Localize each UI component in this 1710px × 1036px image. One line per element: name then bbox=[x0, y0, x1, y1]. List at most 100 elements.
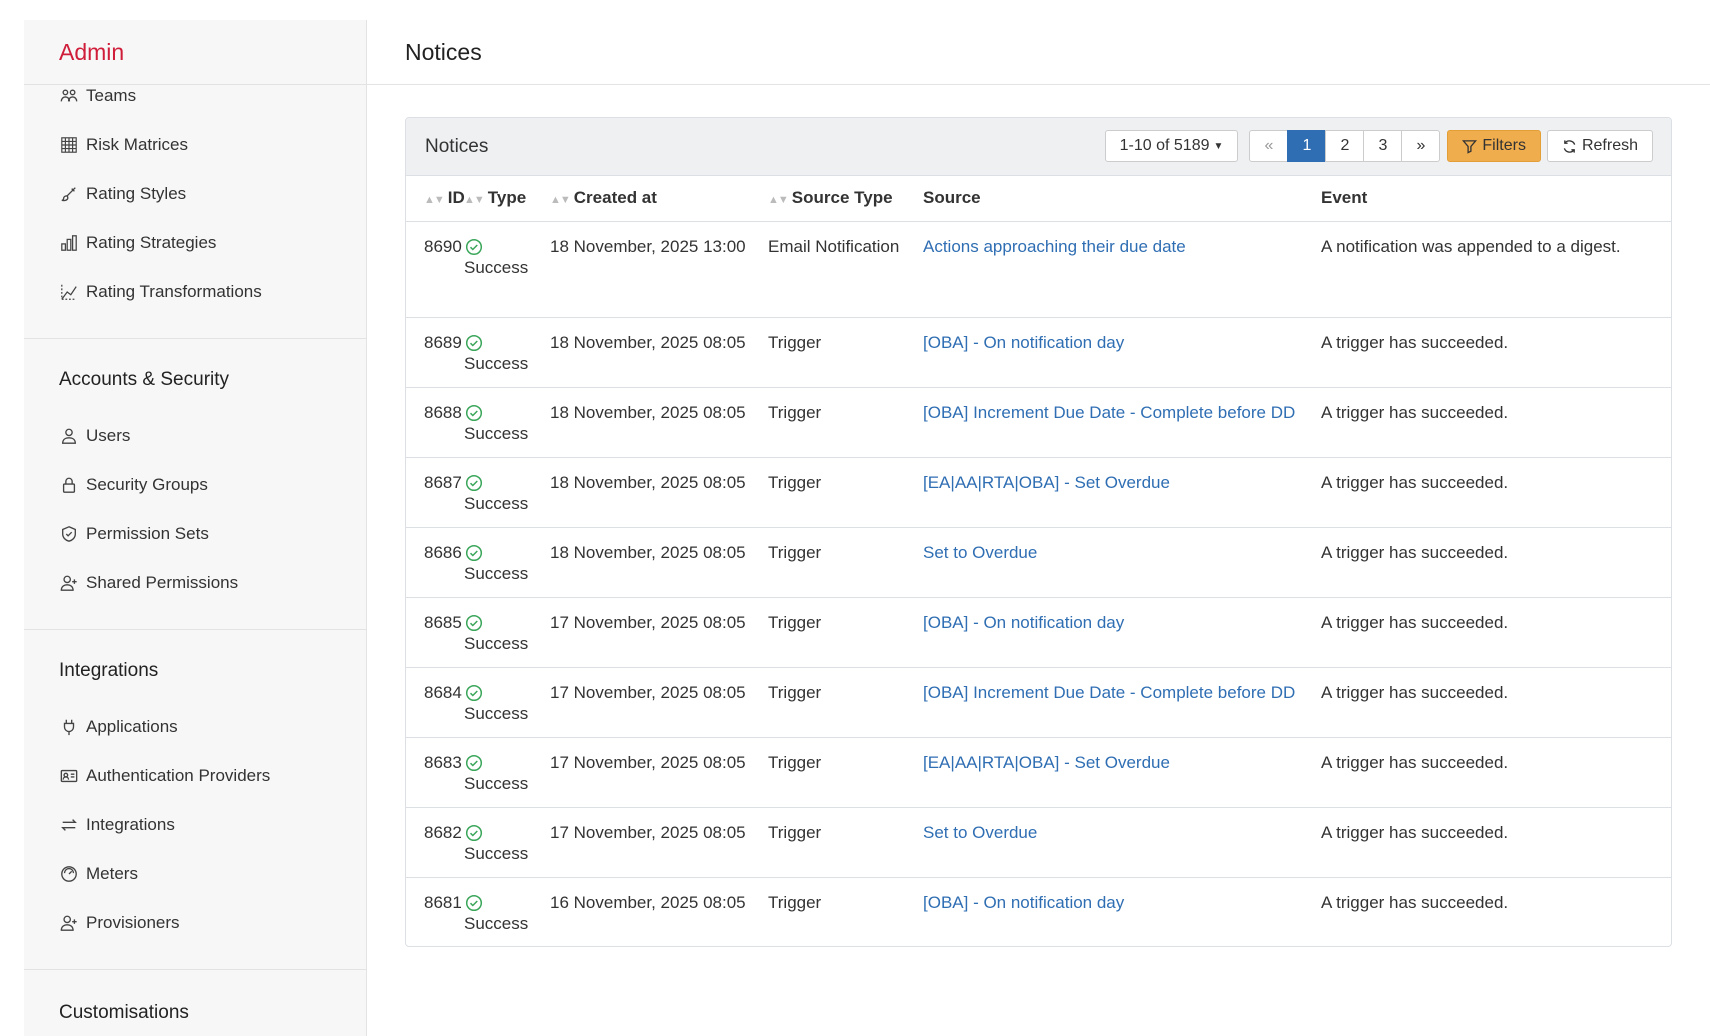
cell-type: Success bbox=[464, 387, 550, 458]
cell-id: 8681 bbox=[406, 877, 464, 946]
source-link[interactable]: Set to Overdue bbox=[923, 543, 1037, 562]
sidebar-item-applications[interactable]: Applications bbox=[24, 702, 366, 751]
sidebar-item-users[interactable]: Users bbox=[24, 411, 366, 460]
cell-source-type: Trigger bbox=[768, 597, 923, 668]
page-2-button[interactable]: 2 bbox=[1325, 130, 1365, 162]
source-link[interactable]: [OBA] - On notification day bbox=[923, 613, 1124, 632]
first-page-button[interactable]: « bbox=[1249, 130, 1289, 162]
sidebar-item-rating-transformations[interactable]: Rating Transformations bbox=[24, 267, 366, 316]
cell-id: 8686 bbox=[406, 527, 464, 598]
source-link[interactable]: [OBA] Increment Due Date - Complete befo… bbox=[923, 683, 1295, 702]
cell-created-at: 17 November, 2025 08:05 bbox=[550, 667, 768, 738]
teams-icon bbox=[59, 86, 79, 106]
column-header-created-at[interactable]: ▲▼ Created at bbox=[550, 176, 768, 222]
status-text: Success bbox=[464, 703, 529, 723]
cell-id: 8683 bbox=[406, 737, 464, 808]
arrows-swap-icon bbox=[59, 815, 79, 835]
cell-source-type: Trigger bbox=[768, 737, 923, 808]
meter-icon bbox=[59, 864, 79, 884]
status-text: Success bbox=[464, 493, 529, 513]
filters-button[interactable]: Filters bbox=[1447, 130, 1541, 162]
check-circle-icon bbox=[465, 614, 483, 632]
cell-created-at: 18 November, 2025 08:05 bbox=[550, 457, 768, 528]
sidebar-item-label: Meters bbox=[86, 863, 138, 883]
sidebar-item-permission-sets[interactable]: Permission Sets bbox=[24, 509, 366, 558]
cell-created-at: 17 November, 2025 08:05 bbox=[550, 597, 768, 668]
check-circle-icon bbox=[465, 404, 483, 422]
sidebar-item-label: Rating Strategies bbox=[86, 232, 217, 252]
column-label: Created at bbox=[573, 188, 657, 208]
sidebar-item-authentication-providers[interactable]: Authentication Providers bbox=[24, 751, 366, 800]
cell-type: Success bbox=[464, 667, 550, 738]
page-header: Notices bbox=[367, 20, 1710, 85]
range-dropdown-button[interactable]: 1-10 of 5189 ▼ bbox=[1104, 130, 1239, 162]
grid-icon bbox=[59, 135, 79, 155]
sort-icon: ▲▼ bbox=[424, 194, 445, 207]
check-circle-icon bbox=[465, 474, 483, 492]
status-text: Success bbox=[464, 843, 529, 863]
cell-type: Success bbox=[464, 221, 550, 318]
cell-type: Success bbox=[464, 317, 550, 388]
sidebar-item-integrations[interactable]: Integrations bbox=[24, 800, 366, 849]
source-link[interactable]: [OBA] - On notification day bbox=[923, 893, 1124, 912]
refresh-button[interactable]: Refresh bbox=[1546, 130, 1653, 162]
plug-icon bbox=[59, 717, 79, 737]
sidebar-item-rating-styles[interactable]: Rating Styles bbox=[24, 169, 366, 218]
source-link[interactable]: Set to Overdue bbox=[923, 823, 1037, 842]
column-header-source-type[interactable]: ▲▼ Source Type bbox=[768, 176, 923, 222]
check-circle-icon bbox=[465, 824, 483, 842]
column-label: Event bbox=[1321, 188, 1368, 208]
strategies-icon bbox=[59, 233, 79, 253]
notices-table: ▲▼ ID ▲▼ Type ▲▼ Created at ▲▼ Source Type S… bbox=[406, 176, 1671, 946]
source-link[interactable]: [EA|AA|RTA|OBA] - Set Overdue bbox=[923, 753, 1170, 772]
sidebar-top-items: Teams Risk Matrices Rating Styles Rating… bbox=[24, 71, 366, 316]
table-row: 8686 Success 18 November, 2025 08:05 Trigge… bbox=[406, 527, 1671, 598]
sidebar-item-risk-matrices[interactable]: Risk Matrices bbox=[24, 120, 366, 169]
column-header-type[interactable]: ▲▼ Type bbox=[464, 176, 550, 222]
cell-source: [EA|AA|RTA|OBA] - Set Overdue bbox=[923, 457, 1321, 528]
cell-source: [OBA] Increment Due Date - Complete befo… bbox=[923, 387, 1321, 458]
shield-check-icon bbox=[59, 524, 79, 544]
sidebar-item-label: Integrations bbox=[86, 814, 175, 834]
cell-source: [OBA] - On notification day bbox=[923, 317, 1321, 388]
sidebar-item-security-groups[interactable]: Security Groups bbox=[24, 460, 366, 509]
sort-icon: ▲▼ bbox=[768, 194, 789, 207]
range-label: 1-10 of 5189 bbox=[1119, 137, 1210, 154]
column-header-id[interactable]: ▲▼ ID bbox=[406, 176, 465, 222]
page-1-button[interactable]: 1 bbox=[1287, 130, 1327, 162]
sidebar-item-label: Permission Sets bbox=[86, 523, 209, 543]
sidebar-item-shared-permissions[interactable]: Shared Permissions bbox=[24, 558, 366, 607]
cell-event: A trigger has succeeded. bbox=[1321, 737, 1671, 808]
check-circle-icon bbox=[465, 544, 483, 562]
user-plus-icon bbox=[59, 913, 79, 933]
cell-source: [OBA] Increment Due Date - Complete befo… bbox=[923, 667, 1321, 738]
source-link[interactable]: [OBA] Increment Due Date - Complete befo… bbox=[923, 403, 1295, 422]
table-row: 8685 Success 17 November, 2025 08:05 Trigge… bbox=[406, 597, 1671, 668]
source-link[interactable]: [EA|AA|RTA|OBA] - Set Overdue bbox=[923, 473, 1170, 492]
cell-created-at: 18 November, 2025 08:05 bbox=[550, 387, 768, 458]
status-text: Success bbox=[464, 633, 529, 653]
group-title-accounts-security: Accounts & Security bbox=[59, 369, 230, 390]
check-circle-icon bbox=[465, 894, 483, 912]
cell-source-type: Trigger bbox=[768, 317, 923, 388]
cell-source-type: Trigger bbox=[768, 667, 923, 738]
column-label: ID bbox=[447, 188, 465, 208]
last-page-button[interactable]: » bbox=[1401, 130, 1441, 162]
sidebar-item-label: Applications bbox=[86, 716, 178, 736]
transform-icon bbox=[59, 282, 79, 302]
sidebar-item-teams[interactable]: Teams bbox=[24, 71, 366, 120]
source-link[interactable]: Actions approaching their due date bbox=[923, 237, 1186, 256]
cell-source-type: Trigger bbox=[768, 457, 923, 528]
sidebar-item-rating-strategies[interactable]: Rating Strategies bbox=[24, 218, 366, 267]
cell-source: Set to Overdue bbox=[923, 527, 1321, 598]
sidebar-item-provisioners[interactable]: Provisioners bbox=[24, 898, 366, 947]
panel-controls: 1-10 of 5189 ▼ « 1 2 3 » Filters Refresh bbox=[1104, 130, 1653, 162]
page-3-button[interactable]: 3 bbox=[1363, 130, 1403, 162]
table-header-row: ▲▼ ID ▲▼ Type ▲▼ Created at ▲▼ Source Type S… bbox=[406, 176, 1671, 222]
sidebar-item-meters[interactable]: Meters bbox=[24, 849, 366, 898]
source-link[interactable]: [OBA] - On notification day bbox=[923, 333, 1124, 352]
table-row: 8683 Success 17 November, 2025 08:05 Trigge… bbox=[406, 737, 1671, 808]
status-text: Success bbox=[464, 773, 529, 793]
cell-type: Success bbox=[464, 877, 550, 946]
user-plus-icon bbox=[59, 573, 79, 593]
